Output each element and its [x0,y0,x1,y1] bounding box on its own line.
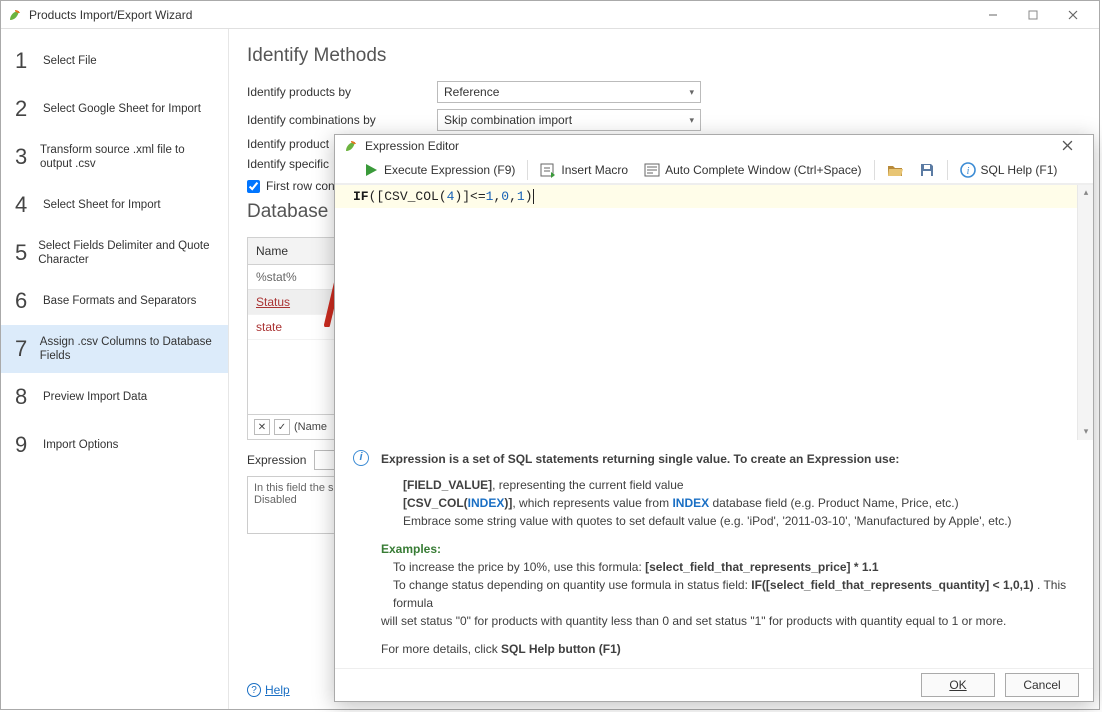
first-row-checkbox[interactable] [247,180,260,193]
dialog-button-row: OK Cancel [335,668,1093,701]
dialog-title: Expression Editor [365,139,1049,153]
step-9[interactable]: 9Import Options [1,421,228,469]
app-logo-icon [343,138,359,154]
step-1[interactable]: 1Select File [1,37,228,85]
autocomplete-button[interactable]: Auto Complete Window (Ctrl+Space) [638,158,867,182]
cancel-button[interactable]: Cancel [1005,673,1079,697]
sql-help-button[interactable]: i SQL Help (F1) [954,158,1064,182]
expression-label: Expression [247,453,306,467]
step-8[interactable]: 8Preview Import Data [1,373,228,421]
first-row-label: First row con [266,179,335,193]
vertical-scrollbar[interactable]: ▴ ▾ [1077,185,1093,440]
titlebar: Products Import/Export Wizard [1,1,1099,29]
step-4[interactable]: 4Select Sheet for Import [1,181,228,229]
clear-filter-button[interactable]: ✕ [254,419,270,435]
execute-expression-button[interactable]: Execute Expression (F9) [357,158,521,182]
help-link[interactable]: ? Help [247,683,290,697]
identify-combinations-label: Identify combinations by [247,113,437,127]
step-2[interactable]: 2Select Google Sheet for Import [1,85,228,133]
save-file-button[interactable] [913,158,941,182]
open-file-button[interactable] [881,158,909,182]
step-5[interactable]: 5Select Fields Delimiter and Quote Chara… [1,229,228,277]
dialog-close-button[interactable] [1049,139,1085,154]
identify-products-label: Identify products by [247,85,437,99]
svg-text:i: i [966,166,969,177]
step-6[interactable]: 6Base Formats and Separators [1,277,228,325]
minimize-button[interactable] [973,1,1013,29]
step-7[interactable]: 7Assign .csv Columns to Database Fields [1,325,228,373]
chevron-down-icon: ▾ [689,115,694,126]
dialog-toolbar: Execute Expression (F9) Insert Macro Aut… [335,158,1093,184]
identify-combinations-select[interactable]: Skip combination import ▾ [437,109,701,131]
help-panel: i Expression is a set of SQL statements … [335,440,1093,668]
cursor [533,189,534,204]
close-button[interactable] [1053,1,1093,29]
chevron-down-icon: ▾ [689,87,694,98]
expression-editor-dialog: Expression Editor Execute Expression (F9… [334,134,1094,702]
dialog-titlebar: Expression Editor [335,135,1093,158]
wizard-steps-sidebar: 1Select File 2Select Google Sheet for Im… [1,29,229,709]
window-title: Products Import/Export Wizard [29,8,973,22]
insert-macro-button[interactable]: Insert Macro [534,158,634,182]
expression-code-editor[interactable]: IF([CSV_COL(4)]<=1,0,1) ▴ ▾ [335,184,1093,440]
identify-heading: Identify Methods [247,45,1081,67]
info-icon: i [353,450,369,466]
help-icon: ? [247,683,261,697]
app-logo-icon [7,7,23,23]
filter-toggle-checkbox[interactable]: ✓ [274,419,290,435]
identify-products-select[interactable]: Reference ▾ [437,81,701,103]
maximize-button[interactable] [1013,1,1053,29]
scroll-up-icon[interactable]: ▴ [1078,185,1094,201]
scroll-down-icon[interactable]: ▾ [1078,424,1094,440]
step-3[interactable]: 3Transform source .xml file to output .c… [1,133,228,181]
ok-button[interactable]: OK [921,673,995,697]
